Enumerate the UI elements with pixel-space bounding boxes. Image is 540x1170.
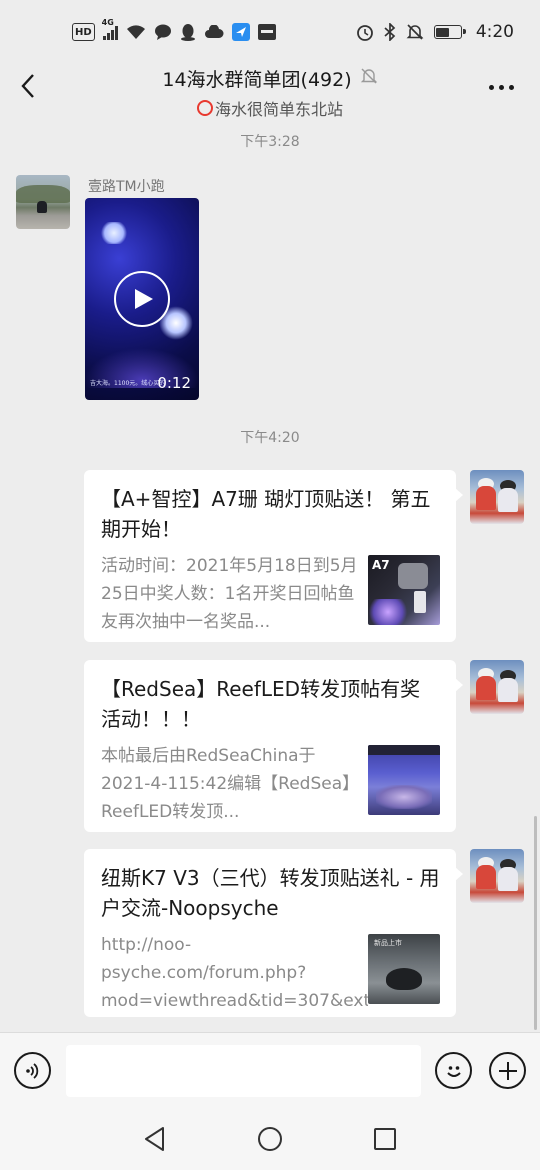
bluetooth-icon (384, 23, 396, 41)
location-status-icon (196, 99, 213, 116)
status-right-icons: 4:20 (356, 22, 514, 42)
nav-back-icon[interactable] (142, 1126, 168, 1152)
mute-bell-icon (360, 67, 378, 89)
sender-name: 壹路TM小跑 (88, 179, 165, 195)
link-card-title: 【RedSea】ReefLED转发顶帖有奖活动！！！ (101, 677, 421, 731)
more-functions-button[interactable] (489, 1052, 526, 1089)
network-type: 4G (101, 18, 114, 27)
more-dot-icon (498, 84, 504, 90)
cloud-icon (204, 23, 224, 41)
signal-icon: 4G (102, 18, 118, 40)
link-card-thumbnail (368, 745, 440, 815)
avatar[interactable] (470, 660, 524, 714)
emoji-button[interactable] (435, 1052, 472, 1089)
chevron-left-icon (21, 74, 34, 98)
chat-title: 14海水群简单团(492) (162, 68, 352, 91)
scrollbar[interactable] (534, 816, 537, 1030)
chat-title-block[interactable]: 14海水群简单团(492) 海水很简单东北站 (162, 65, 377, 120)
battery-icon (433, 25, 466, 39)
more-dot-icon (488, 84, 494, 90)
link-card-title: 【A+智控】A7珊 瑚灯顶贴送！ 第五期开始！ (101, 487, 431, 541)
input-bar (0, 1032, 540, 1110)
battery-level (436, 27, 449, 37)
link-card[interactable]: 纽斯K7 V3（三代）转发顶贴送礼 - 用户交流-Noopsyche http:… (84, 849, 463, 1017)
thumbnail-label: 新品上市 (374, 939, 402, 947)
link-card-title: 纽斯K7 V3（三代）转发顶贴送礼 - 用户交流-Noopsyche (101, 866, 440, 920)
wifi-icon (126, 23, 146, 41)
avatar[interactable] (16, 175, 70, 229)
status-time: 4:20 (475, 22, 514, 42)
more-dot-icon (508, 84, 514, 90)
system-navigation-bar (0, 1110, 540, 1170)
status-bar: HD 4G 4:20 (0, 0, 540, 64)
avatar[interactable] (470, 849, 524, 903)
thumbnail-label: A7 (372, 558, 390, 572)
message-list[interactable]: 下午3:28 壹路TM小跑 吉大海。1100元。绒心买的 0:12 下午4:20… (0, 120, 540, 1032)
nav-app-icon (231, 23, 250, 41)
more-options-button[interactable] (484, 74, 518, 100)
chat-header: 14海水群简单团(492) 海水很简单东北站 (0, 64, 540, 120)
nav-recents-icon[interactable] (373, 1127, 397, 1151)
play-icon[interactable] (114, 271, 170, 327)
alarm-icon (356, 23, 374, 41)
link-card-description: 活动时间：2021年5月18日到5月25日中奖人数：1名开奖日回帖鱼友再次抽中一… (101, 556, 358, 632)
message-input[interactable] (66, 1045, 421, 1097)
avatar[interactable] (470, 470, 524, 524)
video-message[interactable]: 吉大海。1100元。绒心买的 0:12 (85, 198, 199, 400)
smiley-icon (446, 1065, 461, 1077)
plus-icon (498, 1061, 517, 1080)
voice-icon (25, 1062, 38, 1079)
timestamp: 下午4:20 (240, 430, 300, 446)
qq-icon (180, 23, 196, 41)
link-card-thumbnail: A7 (368, 555, 440, 625)
back-button[interactable] (14, 70, 42, 102)
video-caption: 吉大海。1100元。绒心买的 (90, 380, 166, 387)
mute-icon (406, 23, 424, 41)
link-card-thumbnail: 新品上市 (368, 934, 440, 1004)
timestamp: 下午3:28 (240, 134, 300, 150)
voice-input-button[interactable] (14, 1052, 51, 1089)
nav-home-icon[interactable] (257, 1126, 283, 1152)
sms-icon (257, 23, 276, 41)
chat-subtitle: 海水很简单东北站 (214, 99, 343, 119)
link-card[interactable]: 【A+智控】A7珊 瑚灯顶贴送！ 第五期开始！ 活动时间：2021年5月18日到… (84, 470, 463, 642)
status-left-icons: HD 4G (72, 18, 276, 41)
link-card-description: http://noo-psyche.com/forum.php?mod=view… (101, 935, 368, 1011)
link-card-description: 本帖最后由RedSeaChina于2021-4-115:42编辑【RedSea】… (101, 746, 351, 822)
hd-icon: HD (72, 23, 95, 41)
link-card[interactable]: 【RedSea】ReefLED转发顶帖有奖活动！！！ 本帖最后由RedSeaCh… (84, 660, 463, 832)
video-duration: 0:12 (157, 374, 191, 392)
message-bubble-icon (154, 23, 172, 41)
